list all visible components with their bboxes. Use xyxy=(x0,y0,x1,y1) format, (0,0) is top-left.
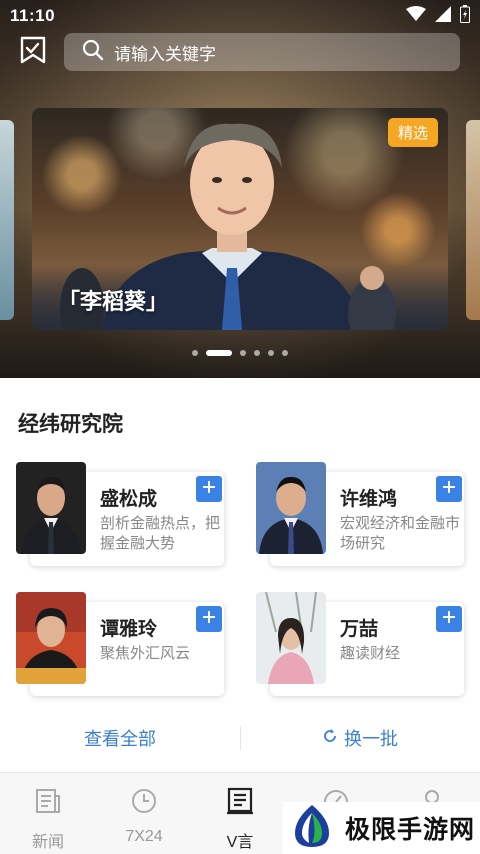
section-title: 经纬研究院 xyxy=(18,413,123,436)
carousel-dot[interactable] xyxy=(282,350,288,356)
search-placeholder: 请输入关键字 xyxy=(114,44,216,64)
section-actions: 查看全部 换一批 xyxy=(0,718,480,758)
follow-button[interactable] xyxy=(436,606,462,632)
carousel-dot[interactable] xyxy=(268,350,274,356)
follow-button[interactable] xyxy=(436,476,462,502)
top-bar: 请输入关键字 xyxy=(0,32,480,72)
article-icon xyxy=(226,787,254,820)
carousel-next-card[interactable] xyxy=(466,120,480,320)
nav-item-7x24[interactable]: 7X24 xyxy=(96,773,192,854)
carousel-dot[interactable] xyxy=(192,350,198,356)
expert-name: 盛松成 xyxy=(100,489,158,510)
expert-description: 聚焦外汇风云 xyxy=(100,645,191,662)
bookmark-button[interactable] xyxy=(16,35,50,69)
view-all-link[interactable]: 查看全部 xyxy=(0,725,240,751)
actions-divider xyxy=(240,726,241,750)
nav-label: V言 xyxy=(226,834,254,851)
banner-caption: 「李稻葵」 xyxy=(58,289,169,314)
follow-button[interactable] xyxy=(196,476,222,502)
plus-icon xyxy=(202,480,216,499)
expert-card[interactable]: 许维鸿 宏观经济和金融市场研究 xyxy=(256,462,466,570)
expert-card[interactable]: 万喆 趣读财经 xyxy=(256,592,466,700)
refresh-icon xyxy=(322,728,338,749)
expert-card[interactable]: 谭雅玲 聚焦外汇风云 xyxy=(16,592,226,700)
watermark-text: 极限手游网 xyxy=(345,815,476,844)
expert-description: 剖析金融热点，把握金融大势 xyxy=(100,515,221,552)
carousel-indicator xyxy=(0,350,480,356)
status-bar: 11:10 xyxy=(0,0,480,32)
bookmark-check-icon xyxy=(19,35,47,70)
signal-icon xyxy=(435,5,451,27)
status-time: 11:10 xyxy=(10,6,56,25)
expert-photo xyxy=(256,462,326,554)
site-watermark: 极限手游网 xyxy=(283,802,480,854)
carousel-dot[interactable] xyxy=(206,350,232,356)
expert-description: 宏观经济和金融市场研究 xyxy=(340,515,461,552)
search-input[interactable]: 请输入关键字 xyxy=(64,33,460,71)
expert-name: 万喆 xyxy=(340,619,379,640)
battery-icon xyxy=(460,4,470,28)
expert-name: 谭雅玲 xyxy=(100,619,158,640)
news-icon xyxy=(34,787,62,820)
follow-button[interactable] xyxy=(196,606,222,632)
clock-icon xyxy=(130,787,158,820)
refresh-batch-button[interactable]: 换一批 xyxy=(240,725,480,751)
nav-item-news[interactable]: 新闻 xyxy=(0,773,96,854)
expert-description: 趣读财经 xyxy=(340,645,401,662)
expert-photo xyxy=(16,462,86,554)
nav-label: 新闻 xyxy=(31,834,64,851)
wifi-icon xyxy=(406,5,426,27)
carousel-dot[interactable] xyxy=(240,350,246,356)
refresh-batch-label: 换一批 xyxy=(344,729,398,749)
nav-label: 7X24 xyxy=(125,828,163,845)
expert-name: 许维鸿 xyxy=(340,489,398,510)
featured-badge: 精选 xyxy=(387,118,438,147)
carousel-prev-card[interactable] xyxy=(0,120,14,320)
watermark-logo-icon xyxy=(289,803,335,854)
carousel-dot[interactable] xyxy=(254,350,260,356)
expert-card[interactable]: 盛松成 剖析金融热点，把握金融大势 xyxy=(16,462,226,570)
featured-banner[interactable]: 精选 「李稻葵」 xyxy=(32,108,448,330)
research-section: 经纬研究院 盛松成 剖析金融热点，把握金融大势 许维鸿 宏观经济和金融市场研究 … xyxy=(0,378,480,772)
view-all-label: 查看全部 xyxy=(84,729,156,749)
plus-icon xyxy=(442,610,456,629)
expert-photo xyxy=(256,592,326,684)
nav-item-vyan[interactable]: V言 xyxy=(192,773,288,854)
search-icon xyxy=(82,39,104,66)
status-icons xyxy=(406,4,470,28)
plus-icon xyxy=(442,480,456,499)
plus-icon xyxy=(202,610,216,629)
expert-photo xyxy=(16,592,86,684)
